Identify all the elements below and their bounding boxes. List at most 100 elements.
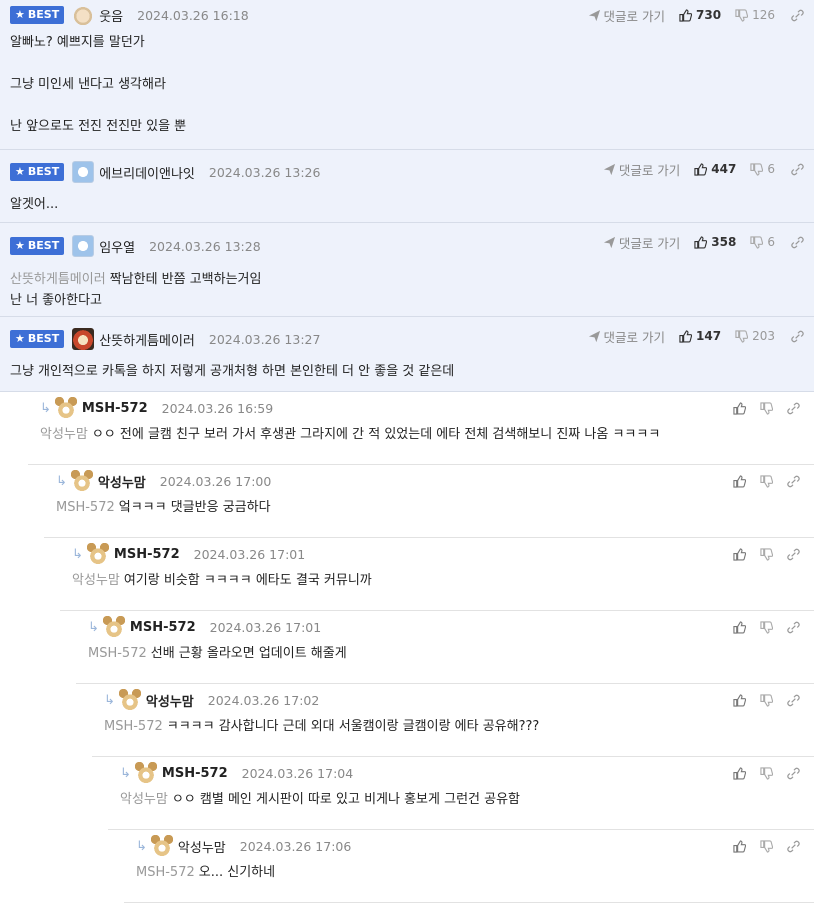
- dislike-button[interactable]: 6: [750, 235, 775, 249]
- comment-author[interactable]: MSH-572: [130, 620, 196, 635]
- link-icon[interactable]: [787, 694, 800, 707]
- best-comment: ★ BEST 임우열 2024.03.26 13:28 댓글로 가기 358 6 …: [0, 223, 814, 317]
- reply-comment: ↳ MSH-572 2024.03.26 17:04 악성누맘 ㅇㅇ 캠별 메인 …: [108, 757, 814, 830]
- thumbs-down-icon[interactable]: [760, 474, 773, 488]
- like-button[interactable]: 147: [679, 329, 721, 343]
- avatar[interactable]: [72, 235, 95, 257]
- like-button[interactable]: 447: [694, 162, 736, 176]
- thumbs-down-icon[interactable]: [760, 547, 773, 561]
- comment-date: 2024.03.26 13:28: [149, 238, 261, 254]
- comment-author[interactable]: 웃음: [99, 6, 123, 25]
- comment-author[interactable]: 산뜻하게틈메이러: [99, 330, 195, 349]
- best-comment: ★ BEST 웃음 2024.03.26 16:18 댓글로 가기 730 126…: [0, 0, 814, 150]
- best-badge: ★ BEST: [10, 237, 65, 255]
- paper-plane-icon: [603, 236, 615, 248]
- thumbs-down-icon: [735, 329, 749, 343]
- thumbs-up-icon[interactable]: [733, 693, 746, 707]
- link-icon[interactable]: [791, 236, 804, 249]
- comment-author[interactable]: MSH-572: [162, 766, 228, 781]
- link-icon[interactable]: [791, 9, 804, 22]
- link-icon[interactable]: [791, 330, 804, 343]
- comment-author[interactable]: 악성누맘: [178, 837, 226, 856]
- comment-author[interactable]: MSH-572: [114, 547, 180, 562]
- like-button[interactable]: 358: [694, 235, 736, 249]
- mention-tag[interactable]: 산뜻하게틈메이러: [10, 272, 106, 287]
- reply-comment: ↳ MSH-572 2024.03.26 16:59 악성누맘 ㅇㅇ 전에 글캠 …: [28, 392, 814, 465]
- comment-body: 악성누맘 ㅇㅇ 캠별 메인 게시판이 따로 있고 비게나 홍보게 그런건 공유함: [120, 792, 520, 807]
- avatar[interactable]: [70, 470, 93, 492]
- comment-date: 2024.03.26 17:04: [241, 765, 354, 781]
- reply-arrow-icon: ↳: [72, 546, 83, 562]
- reply-arrow-icon: ↳: [104, 692, 115, 708]
- dislike-button[interactable]: 126: [735, 8, 775, 22]
- link-icon[interactable]: [791, 163, 804, 176]
- comment-author[interactable]: MSH-572: [82, 401, 148, 416]
- dislike-button[interactable]: 6: [750, 162, 775, 176]
- star-icon: ★: [15, 332, 25, 345]
- avatar[interactable]: [72, 4, 95, 26]
- avatar[interactable]: [102, 616, 125, 638]
- link-icon[interactable]: [787, 767, 800, 780]
- go-to-reply-link[interactable]: 댓글로 가기: [603, 233, 680, 252]
- best-comment: ★ BEST 에브리데이앤나잇 2024.03.26 13:26 댓글로 가기 4…: [0, 150, 814, 223]
- avatar[interactable]: [134, 762, 157, 784]
- mention-tag[interactable]: MSH-572: [136, 865, 195, 880]
- thumbs-down-icon: [750, 235, 764, 249]
- link-icon[interactable]: [787, 548, 800, 561]
- paper-plane-icon: [588, 9, 600, 21]
- reply-comment: ↳ MSH-572 2024.03.26 17:01 MSH-572 선배 근황 …: [76, 611, 814, 684]
- thumbs-up-icon: [679, 329, 693, 343]
- comment-author[interactable]: 악성누맘: [98, 472, 146, 491]
- thumbs-up-icon[interactable]: [733, 766, 746, 780]
- thumbs-down-icon: [750, 162, 764, 176]
- link-icon[interactable]: [787, 402, 800, 415]
- reply-arrow-icon: ↳: [136, 838, 147, 854]
- avatar[interactable]: [54, 397, 77, 419]
- avatar[interactable]: [72, 328, 95, 350]
- comment-author[interactable]: 에브리데이앤나잇: [99, 163, 195, 182]
- mention-tag[interactable]: 악성누맘: [72, 573, 120, 588]
- thumbs-down-icon[interactable]: [760, 839, 773, 853]
- go-to-reply-link[interactable]: 댓글로 가기: [588, 327, 665, 346]
- star-icon: ★: [15, 239, 25, 252]
- paper-plane-icon: [588, 330, 600, 342]
- best-comment: ★ BEST 산뜻하게틈메이러 2024.03.26 13:27 댓글로 가기 1…: [0, 317, 814, 391]
- thumbs-up-icon[interactable]: [733, 474, 746, 488]
- comment-body: MSH-572 ㅋㅋㅋㅋ 감사합니다 근데 외대 서울캠이랑 글캠이랑 에타 공유…: [104, 719, 540, 734]
- comment-body: 악성누맘 여기랑 비슷함 ㅋㅋㅋㅋ 에타도 결국 커뮤니까: [72, 573, 372, 588]
- comment-author[interactable]: 임우열: [99, 237, 135, 256]
- thumbs-up-icon[interactable]: [733, 839, 746, 853]
- mention-tag[interactable]: MSH-572: [104, 719, 163, 734]
- reply-comment: ↳ MSH-572 2024.03.26 17:01 악성누맘 여기랑 비슷함 ㅋ…: [60, 538, 814, 611]
- thumbs-down-icon[interactable]: [760, 693, 773, 707]
- dislike-button[interactable]: 203: [735, 329, 775, 343]
- mention-tag[interactable]: MSH-572: [88, 646, 147, 661]
- best-badge: ★ BEST: [10, 6, 65, 24]
- go-to-reply-link[interactable]: 댓글로 가기: [588, 6, 665, 25]
- thumbs-up-icon: [694, 162, 708, 176]
- star-icon: ★: [15, 8, 25, 21]
- thumbs-down-icon[interactable]: [760, 766, 773, 780]
- reply-arrow-icon: ↳: [120, 765, 131, 781]
- reply-comment: ↳ 악성누맘 2024.03.26 17:06 MSH-572 오... 신기하네: [124, 830, 814, 903]
- best-badge: ★ BEST: [10, 330, 65, 348]
- go-to-reply-link[interactable]: 댓글로 가기: [603, 160, 680, 179]
- link-icon[interactable]: [787, 475, 800, 488]
- avatar[interactable]: [86, 543, 109, 565]
- mention-tag[interactable]: 악성누맘: [120, 792, 168, 807]
- avatar[interactable]: [72, 161, 95, 183]
- thumbs-up-icon[interactable]: [733, 620, 746, 634]
- avatar[interactable]: [118, 689, 141, 711]
- comment-author[interactable]: 악성누맘: [146, 691, 194, 710]
- thumbs-up-icon[interactable]: [733, 401, 746, 415]
- thumbs-up-icon[interactable]: [733, 547, 746, 561]
- comment-body: 산뜻하게틈메이러 짝남한테 반쯤 고백하는거임 난 너 좋아한다고: [10, 272, 262, 308]
- like-button[interactable]: 730: [679, 8, 721, 22]
- mention-tag[interactable]: MSH-572: [56, 500, 115, 515]
- link-icon[interactable]: [787, 840, 800, 853]
- link-icon[interactable]: [787, 621, 800, 634]
- thumbs-down-icon[interactable]: [760, 401, 773, 415]
- avatar[interactable]: [150, 835, 173, 857]
- mention-tag[interactable]: 악성누맘: [40, 427, 88, 442]
- thumbs-down-icon[interactable]: [760, 620, 773, 634]
